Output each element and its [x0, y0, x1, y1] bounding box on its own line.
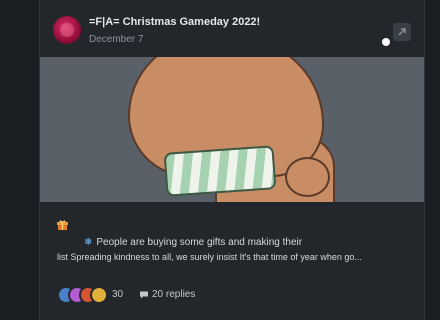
share-button[interactable] [393, 23, 411, 41]
post-card[interactable]: =F|A= Christmas Gameday 2022! December 7… [39, 0, 425, 320]
reaction-stack[interactable] [57, 285, 117, 305]
replies-link[interactable]: 20 replies [139, 289, 195, 300]
post-header: =F|A= Christmas Gameday 2022! December 7 [40, 0, 424, 57]
club-avatar[interactable] [53, 16, 81, 44]
scarf [163, 145, 277, 197]
gingerbread-arm [285, 157, 330, 197]
post-text-line-1: ❄ People are buying some gifts and making… [84, 237, 303, 248]
status-dot [382, 38, 390, 46]
reaction-count[interactable]: 30 [112, 289, 123, 300]
replies-count: 20 replies [152, 289, 196, 300]
share-icon [398, 28, 406, 36]
post-banner-image[interactable] [40, 57, 424, 202]
snowflake-icon: ❄ [84, 237, 93, 248]
post-title[interactable]: =F|A= Christmas Gameday 2022! [89, 16, 260, 28]
gift-icon [57, 220, 68, 230]
comment-icon [140, 291, 148, 298]
post-text-line-2: list Spreading kindness to all, we surel… [57, 252, 362, 262]
reaction-avatar [90, 286, 108, 304]
post-date: December 7 [89, 34, 144, 45]
post-footer: 30 20 replies [57, 285, 407, 305]
